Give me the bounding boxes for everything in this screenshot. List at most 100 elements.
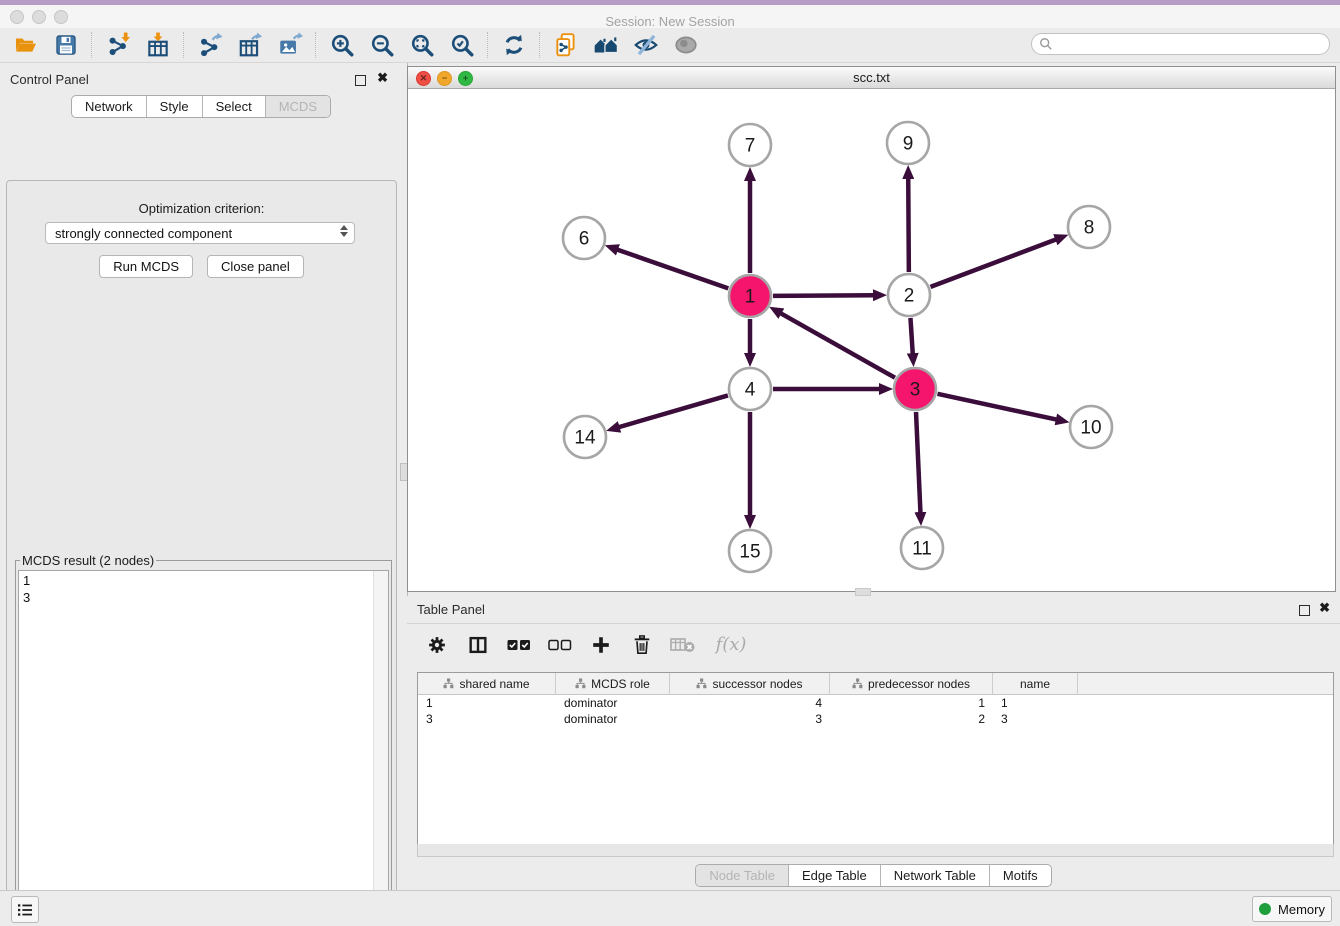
tab-mcds[interactable]: MCDS — [265, 96, 330, 117]
column-header-mcds-role[interactable]: MCDS role — [556, 673, 670, 694]
control-panel-title: Control Panel — [10, 72, 89, 87]
import-table-button[interactable] — [138, 30, 178, 61]
graph-edge-1-2[interactable] — [773, 295, 875, 296]
zoom-in-button[interactable] — [322, 30, 362, 61]
mcds-result-title: MCDS result (2 nodes) — [20, 553, 156, 568]
hide-graphics-details-button[interactable] — [626, 30, 666, 61]
close-control-panel-button[interactable]: ✖ — [377, 73, 388, 82]
column-header-shared-name[interactable]: shared name — [418, 673, 556, 694]
cell-name[interactable]: 3 — [993, 712, 1078, 726]
run-mcds-button[interactable]: Run MCDS — [99, 255, 193, 278]
close-panel-button[interactable]: Close panel — [207, 255, 304, 278]
cell-mcds-role[interactable]: dominator — [556, 696, 670, 710]
cell-name[interactable]: 1 — [993, 696, 1078, 710]
graph-node-1[interactable]: 1 — [729, 275, 771, 317]
float-table-panel-button[interactable] — [1299, 603, 1310, 621]
graph-node-9[interactable]: 9 — [887, 122, 929, 164]
tab-motifs[interactable]: Motifs — [989, 865, 1051, 886]
network-overview-button[interactable] — [586, 30, 626, 61]
fx-icon: f(x) — [716, 634, 747, 655]
graph-node-6[interactable]: 6 — [563, 217, 605, 259]
zoom-selected-button[interactable] — [442, 30, 482, 61]
result-scrollbar[interactable] — [373, 571, 388, 926]
cell-successor-nodes[interactable]: 4 — [670, 696, 830, 710]
network-canvas[interactable]: 1 2 3 4 6 7 8 9 10 11 14 15 — [408, 89, 1335, 591]
function-builder-button[interactable]: f(x) — [711, 632, 751, 658]
delete-table-button[interactable] — [670, 632, 696, 658]
graph-edge-4-14[interactable] — [618, 395, 728, 427]
graph-node-2[interactable]: 2 — [888, 274, 930, 316]
cell-predecessor-nodes[interactable]: 2 — [830, 712, 993, 726]
graph-edge-2-9[interactable] — [908, 177, 909, 272]
tab-select[interactable]: Select — [202, 96, 265, 117]
graph-edge-3-11[interactable] — [916, 412, 920, 514]
graph-node-7[interactable]: 7 — [729, 124, 771, 166]
apply-layout-button[interactable] — [494, 30, 534, 61]
import-network-button[interactable] — [98, 30, 138, 61]
show-graphics-details-button[interactable] — [666, 30, 706, 61]
export-table-button[interactable] — [230, 30, 270, 61]
select-all-button[interactable] — [506, 632, 532, 658]
delete-column-button[interactable] — [629, 632, 655, 658]
column-header-predecessor-nodes[interactable]: predecessor nodes — [830, 673, 993, 694]
cell-predecessor-nodes[interactable]: 1 — [830, 696, 993, 710]
criterion-value: strongly connected component — [55, 226, 232, 241]
graph-edge-3-10[interactable] — [937, 394, 1057, 420]
criterion-select[interactable]: strongly connected component — [45, 222, 355, 244]
graph-node-4[interactable]: 4 — [729, 368, 771, 410]
table-options-button[interactable] — [424, 632, 450, 658]
cell-shared-name[interactable]: 1 — [418, 696, 556, 710]
column-header-successor-nodes[interactable]: successor nodes — [670, 673, 830, 694]
export-image-button[interactable] — [270, 30, 310, 61]
open-folder-icon — [13, 33, 39, 57]
save-session-button[interactable] — [46, 30, 86, 61]
zoom-fit-button[interactable] — [402, 30, 442, 61]
create-column-button[interactable] — [588, 632, 614, 658]
table-panel-tabs: Node TableEdge TableNetwork TableMotifs — [695, 864, 1051, 887]
memory-button[interactable]: Memory — [1252, 896, 1332, 922]
graph-edge-2-8[interactable] — [931, 239, 1058, 287]
table-row[interactable]: 3dominator323 — [418, 711, 1333, 727]
search-icon — [1039, 37, 1053, 51]
import-network-icon — [105, 32, 131, 58]
search-field[interactable] — [1031, 33, 1330, 55]
tab-network-table[interactable]: Network Table — [880, 865, 989, 886]
select-stepper-icon — [340, 225, 348, 237]
graph-node-14[interactable]: 14 — [564, 416, 606, 458]
search-input[interactable] — [1053, 35, 1329, 53]
float-control-panel-button[interactable] — [355, 73, 366, 91]
horizontal-splitter-handle[interactable] — [855, 588, 871, 596]
graph-node-10[interactable]: 10 — [1070, 406, 1112, 448]
graph-node-label: 15 — [739, 542, 760, 563]
graph-edge-1-6[interactable] — [616, 249, 728, 288]
deselect-all-button[interactable] — [547, 632, 573, 658]
tab-style[interactable]: Style — [146, 96, 202, 117]
optimization-criterion-label: Optimization criterion: — [7, 201, 396, 216]
show-columns-button[interactable] — [465, 632, 491, 658]
open-session-button[interactable] — [6, 30, 46, 61]
panel-list-button[interactable] — [11, 896, 39, 923]
graph-node-15[interactable]: 15 — [729, 530, 771, 572]
tab-edge-table[interactable]: Edge Table — [788, 865, 880, 886]
zoom-out-button[interactable] — [362, 30, 402, 61]
mcds-result-textarea[interactable]: 13 — [18, 570, 389, 926]
graph-node-label: 6 — [579, 229, 590, 250]
tab-node-table[interactable]: Node Table — [696, 865, 788, 886]
table-panel: Table Panel ✖ — [407, 596, 1340, 890]
cell-shared-name[interactable]: 3 — [418, 712, 556, 726]
plus-icon — [590, 634, 612, 656]
export-network-button[interactable] — [190, 30, 230, 61]
table-hscroll-track[interactable] — [417, 844, 1334, 857]
new-network-from-selection-button[interactable] — [546, 30, 586, 61]
graph-node-3[interactable]: 3 — [894, 368, 936, 410]
table-row[interactable]: 1dominator411 — [418, 695, 1333, 711]
graph-edge-2-3[interactable] — [910, 318, 912, 355]
graph-edge-3-1[interactable] — [780, 313, 895, 378]
graph-node-8[interactable]: 8 — [1068, 206, 1110, 248]
cell-successor-nodes[interactable]: 3 — [670, 712, 830, 726]
cell-mcds-role[interactable]: dominator — [556, 712, 670, 726]
graph-node-11[interactable]: 11 — [901, 527, 943, 569]
column-header-name[interactable]: name — [993, 673, 1078, 694]
close-table-panel-button[interactable]: ✖ — [1319, 603, 1330, 612]
tab-network[interactable]: Network — [72, 96, 146, 117]
